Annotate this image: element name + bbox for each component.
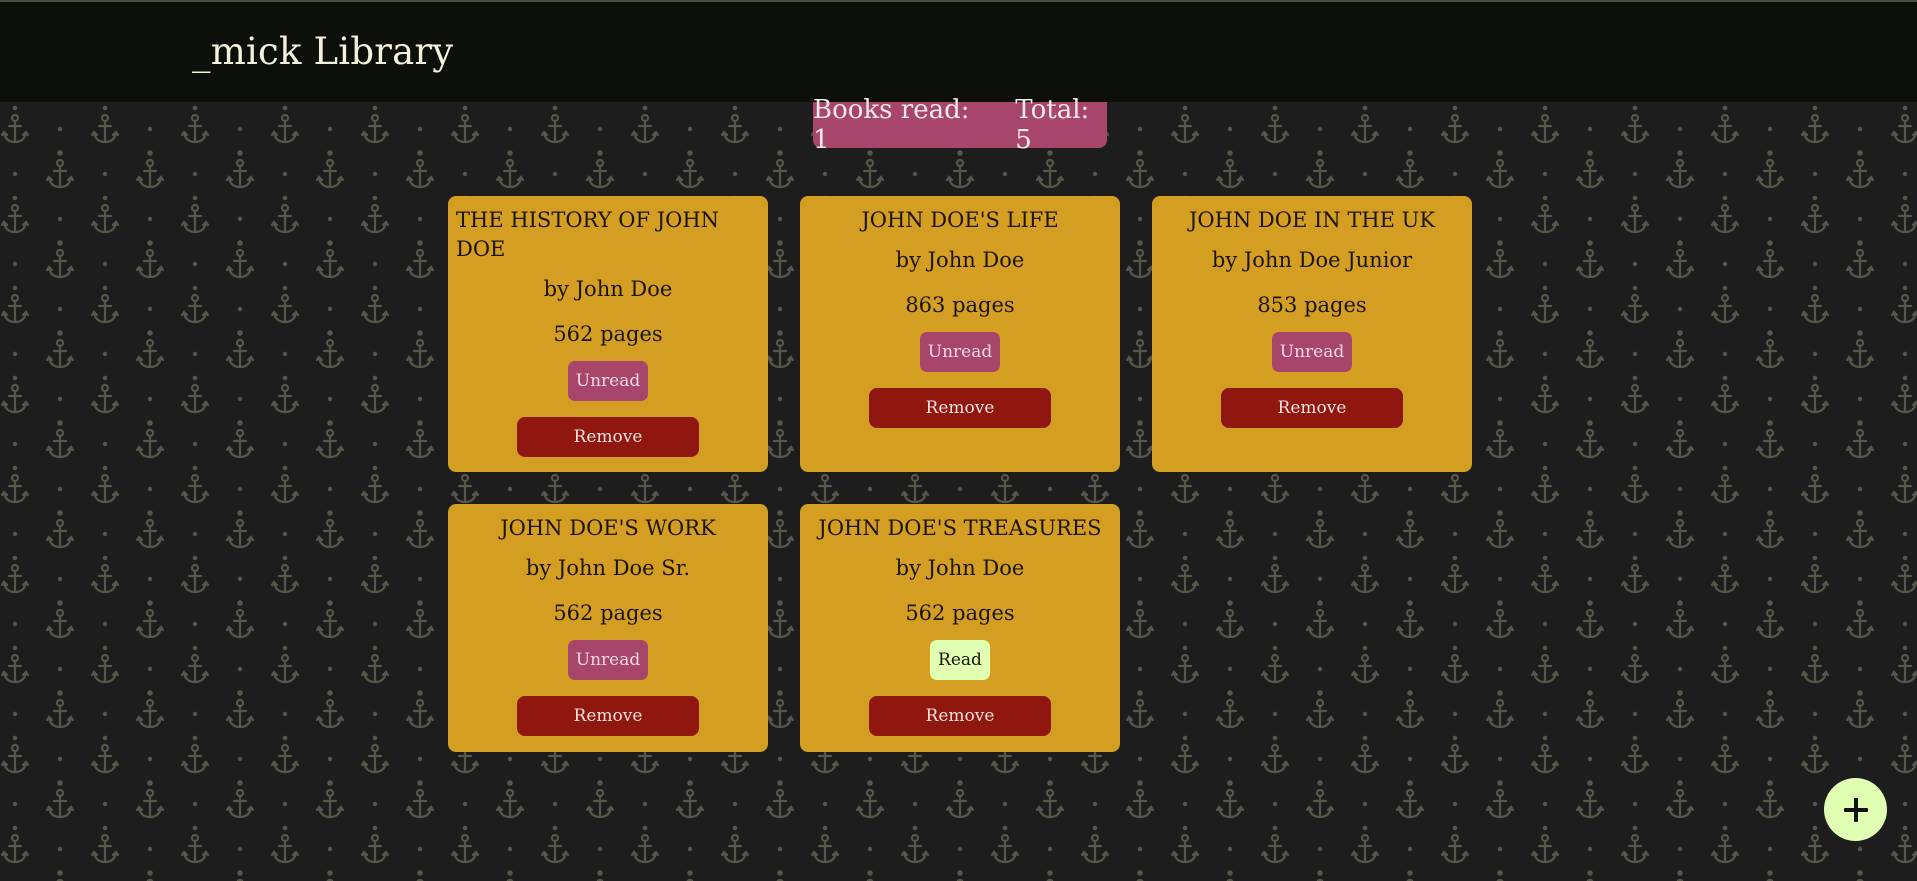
book-card: THE HISTORY OF JOHN DOE by John Doe 562 … xyxy=(448,196,768,472)
remove-book-button[interactable]: Remove xyxy=(517,696,699,736)
books-read-count: Books read: 1 xyxy=(813,95,970,155)
book-author: by John Doe xyxy=(895,248,1025,272)
book-author: by John Doe Junior xyxy=(1211,248,1413,272)
book-author: by John Doe xyxy=(543,277,673,301)
reading-stats-bar: Books read: 1 Total: 5 xyxy=(813,95,1107,155)
book-pages: 562 pages xyxy=(905,601,1015,625)
books-total-count: Total: 5 xyxy=(1015,95,1090,155)
read-status-toggle[interactable]: Unread xyxy=(1271,332,1353,372)
book-card: JOHN DOE'S TREASURES by John Doe 562 pag… xyxy=(800,504,1120,752)
book-title: JOHN DOE'S TREASURES xyxy=(818,516,1102,540)
book-title: JOHN DOE IN THE UK xyxy=(1188,208,1436,232)
app-title: _mick Library xyxy=(192,30,454,73)
remove-book-button[interactable]: Remove xyxy=(1221,388,1403,428)
top-header: _mick Library xyxy=(0,0,1917,102)
book-card: JOHN DOE IN THE UK by John Doe Junior 85… xyxy=(1152,196,1472,472)
book-title: JOHN DOE'S WORK xyxy=(500,516,716,540)
book-author: by John Doe Sr. xyxy=(525,556,691,580)
book-author: by John Doe xyxy=(895,556,1025,580)
book-title: JOHN DOE'S LIFE xyxy=(861,208,1059,232)
plus-icon xyxy=(1843,797,1868,822)
book-card: JOHN DOE'S LIFE by John Doe 863 pages Un… xyxy=(800,196,1120,472)
remove-book-button[interactable]: Remove xyxy=(869,388,1051,428)
read-status-toggle[interactable]: Read xyxy=(930,640,990,680)
book-pages: 853 pages xyxy=(1257,293,1367,317)
remove-book-button[interactable]: Remove xyxy=(517,417,699,457)
book-card: JOHN DOE'S WORK by John Doe Sr. 562 page… xyxy=(448,504,768,752)
add-book-button[interactable] xyxy=(1824,778,1887,841)
book-title: THE HISTORY OF JOHN DOE xyxy=(456,208,720,261)
read-status-toggle[interactable]: Unread xyxy=(567,361,649,401)
read-status-toggle[interactable]: Unread xyxy=(567,640,649,680)
remove-book-button[interactable]: Remove xyxy=(869,696,1051,736)
book-pages: 562 pages xyxy=(553,322,663,346)
book-pages: 562 pages xyxy=(553,601,663,625)
read-status-toggle[interactable]: Unread xyxy=(919,332,1001,372)
book-pages: 863 pages xyxy=(905,293,1015,317)
